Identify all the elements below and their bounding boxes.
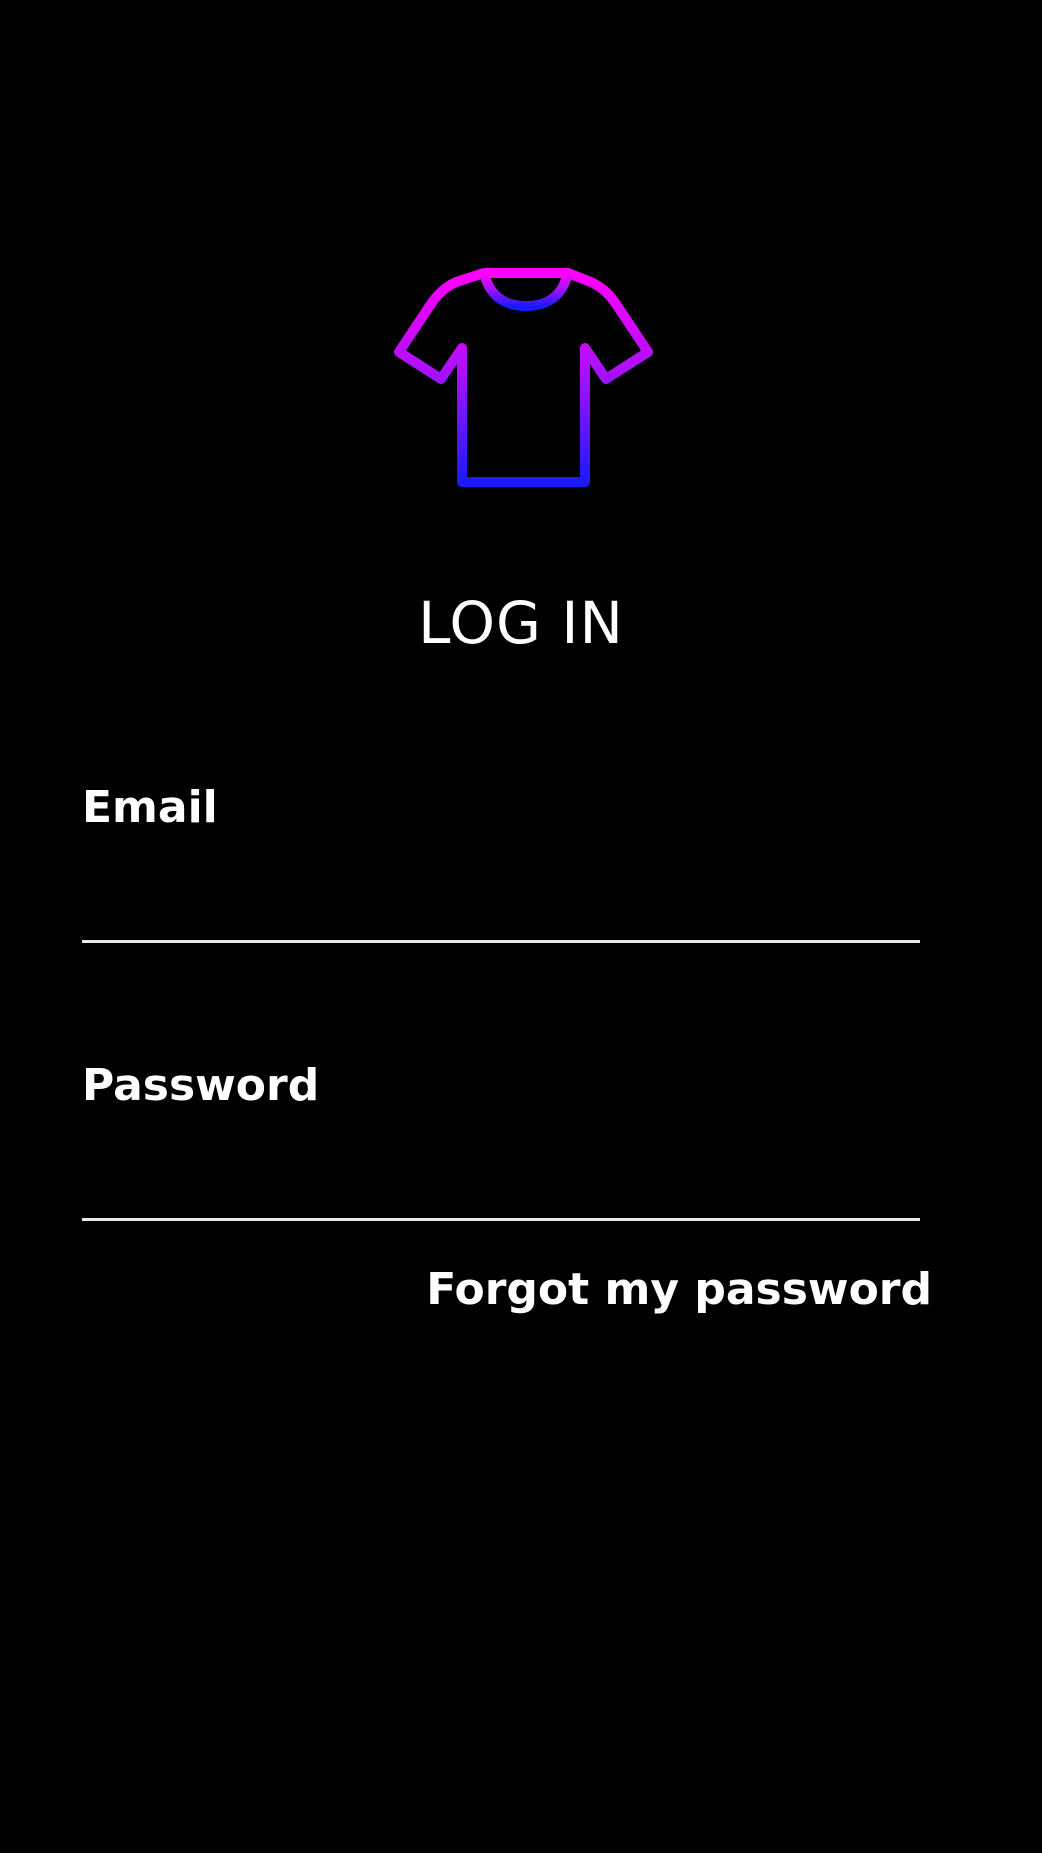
password-label: Password <box>82 1060 320 1111</box>
email-label: Email <box>82 782 218 833</box>
tshirt-icon <box>394 268 654 488</box>
forgot-password-link[interactable]: Forgot my password <box>426 1262 932 1318</box>
password-field[interactable] <box>82 1161 920 1221</box>
page-title: LOG IN <box>418 589 624 657</box>
email-field[interactable] <box>82 883 920 943</box>
